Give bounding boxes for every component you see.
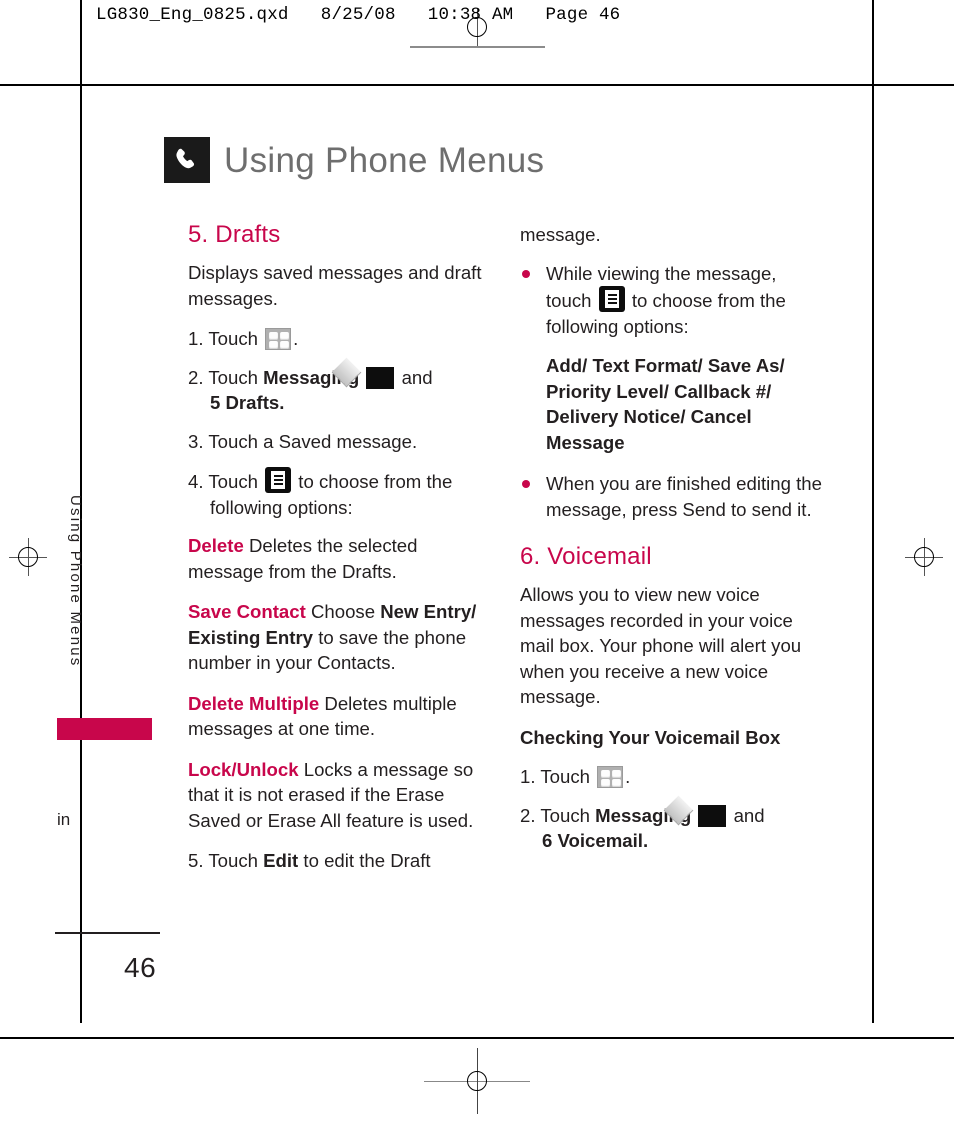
continuation-text: message. bbox=[520, 224, 601, 245]
crop-rule-right bbox=[872, 66, 874, 1023]
voicemail-step-2-pre: 2. Touch bbox=[520, 804, 590, 826]
registration-mark-bottom bbox=[424, 1048, 530, 1114]
right-column: message. While viewing the message, touc… bbox=[520, 222, 825, 867]
bullet-finished-editing: When you are finished editing the messag… bbox=[520, 471, 825, 522]
voicemail-step-1: 1. Touch . bbox=[520, 764, 825, 790]
margin-text: in bbox=[57, 810, 71, 829]
grid-menu-icon bbox=[597, 766, 624, 789]
drafts-step-4: 4. Touch to choose from the following op… bbox=[188, 467, 488, 520]
crop-rule-bottom bbox=[0, 1037, 954, 1039]
voicemail-step-1-pre: 1. Touch bbox=[520, 766, 590, 788]
option-save-contact-desc-pre: Choose bbox=[310, 601, 376, 623]
section-heading-drafts: 5. Drafts bbox=[188, 221, 281, 248]
option-lock-unlock: Lock/Unlock Locks a message so that it i… bbox=[188, 757, 488, 834]
registration-mark-left bbox=[9, 538, 47, 576]
drafts-step-5-post: to edit the Draft bbox=[303, 850, 431, 872]
voicemail-step-2: 2. Touch Messaging and 6 Voicemail. bbox=[520, 795, 825, 854]
envelope-messaging-icon bbox=[332, 357, 395, 389]
drafts-step-5: 5. Touch Edit to edit the Draft bbox=[188, 848, 488, 874]
grid-menu-icon bbox=[265, 328, 292, 351]
options-menu-icon bbox=[598, 286, 625, 312]
drafts-step-1-pre: 1. Touch bbox=[188, 328, 258, 350]
drafts-intro: Displays saved messages and draft messag… bbox=[188, 262, 482, 309]
drafts-step-5-pre: 5. Touch bbox=[188, 850, 258, 872]
option-save-contact: Save Contact Choose New Entry/ Existing … bbox=[188, 599, 488, 676]
drafts-step-2: 2. Touch Messaging and 5 Drafts. bbox=[188, 357, 488, 416]
drafts-step-2-mid: and bbox=[401, 366, 433, 388]
prepress-slug-line: LG830_Eng_0825.qxd 8/25/08 10:38 AM Page… bbox=[96, 5, 621, 25]
drafts-step-4-cont: following options: bbox=[210, 496, 353, 518]
bullet-dot-icon bbox=[522, 269, 530, 278]
section-heading-voicemail: 6. Voicemail bbox=[520, 543, 652, 570]
page-title: Using Phone Menus bbox=[224, 140, 545, 180]
option-lock-unlock-term: Lock/Unlock bbox=[188, 758, 299, 780]
crop-rule-top bbox=[0, 84, 954, 86]
drafts-step-1: 1. Touch . bbox=[188, 326, 488, 352]
footer-divider bbox=[55, 932, 160, 934]
left-column: 5. Drafts Displays saved messages and dr… bbox=[188, 221, 488, 887]
option-delete: Delete Deletes the selected message from… bbox=[188, 533, 488, 584]
drafts-step-5-bold: Edit bbox=[263, 850, 299, 872]
drafts-step-4-post: to choose from the bbox=[298, 471, 453, 493]
crop-rule-left-top bbox=[80, 0, 82, 66]
phone-handset-icon bbox=[164, 137, 210, 183]
section-thumb-tab bbox=[57, 718, 152, 740]
bullet-dot-icon bbox=[522, 480, 530, 488]
voicemail-step-1-post: . bbox=[625, 766, 631, 788]
envelope-messaging-icon bbox=[664, 795, 727, 827]
slug-underline bbox=[410, 46, 545, 48]
voicemail-subheading: Checking Your Voicemail Box bbox=[520, 726, 781, 748]
chapter-heading: Using Phone Menus bbox=[164, 137, 544, 183]
drafts-step-2-pre: 2. Touch bbox=[188, 366, 258, 388]
option-delete-term: Delete bbox=[188, 535, 244, 557]
option-delete-multiple: Delete Multiple Deletes multiple message… bbox=[188, 691, 488, 742]
voicemail-step-2-mid: and bbox=[733, 804, 765, 826]
voicemail-intro: Allows you to view new voice messages re… bbox=[520, 584, 802, 708]
bullet-finished-editing-text: When you are finished editing the messag… bbox=[546, 473, 822, 520]
options-menu-icon bbox=[265, 467, 292, 494]
registration-mark-right bbox=[905, 538, 943, 576]
message-options-list: Add/ Text Format/ Save As/ Priority Leve… bbox=[546, 355, 785, 453]
drafts-step-2-cont: 5 Drafts. bbox=[210, 392, 285, 414]
drafts-step-1-post: . bbox=[293, 328, 299, 350]
crop-rule-right-top bbox=[872, 0, 874, 66]
bullet-view-message: While viewing the message, touch to choo… bbox=[520, 261, 825, 340]
running-head-vertical: Using Phone Menus bbox=[67, 495, 84, 668]
drafts-step-3: 3. Touch a Saved message. bbox=[188, 430, 418, 452]
option-save-contact-term: Save Contact bbox=[188, 601, 306, 623]
voicemail-step-2-cont: 6 Voicemail. bbox=[542, 830, 649, 852]
page-number: 46 bbox=[124, 952, 157, 983]
option-delete-multiple-term: Delete Multiple bbox=[188, 692, 320, 714]
drafts-step-4-pre: 4. Touch bbox=[188, 471, 258, 493]
